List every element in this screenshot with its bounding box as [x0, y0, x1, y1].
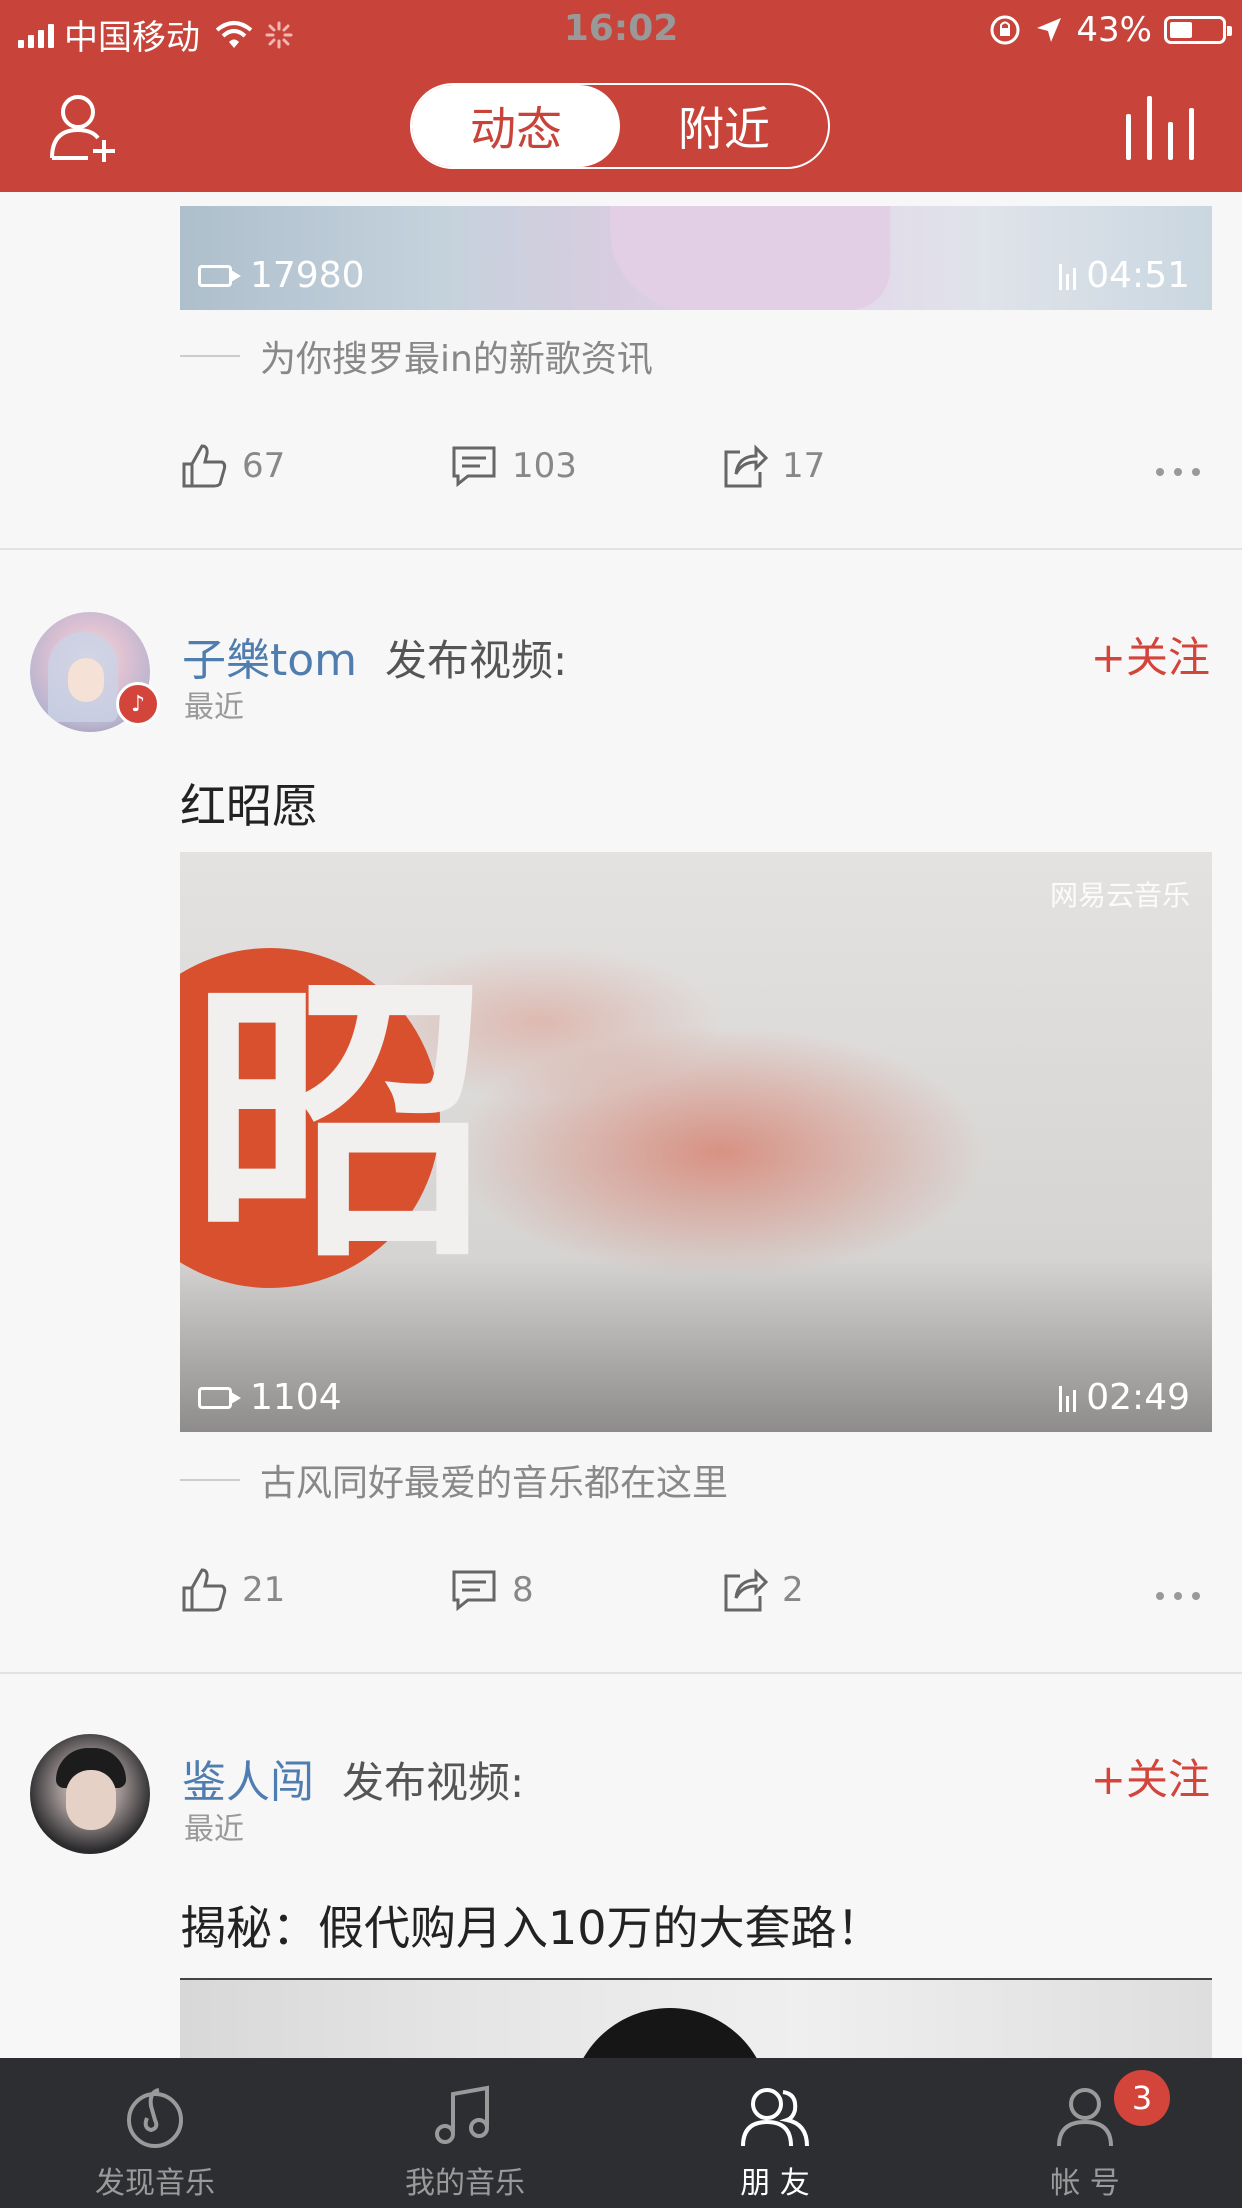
share-icon [724, 444, 768, 488]
tab-friends[interactable]: 朋 友 [620, 2058, 930, 2208]
video-camera-icon [198, 1386, 241, 1409]
video-thumbnail[interactable] [180, 1978, 1212, 2058]
video-duration-text: 02:49 [1086, 1377, 1190, 1418]
video-duration: 02:49 [1059, 1377, 1190, 1418]
notification-badge: 3 [1114, 2070, 1170, 2126]
status-bar: 中国移动 16:02 43% [0, 0, 1242, 60]
tab-nearby[interactable]: 附近 [620, 85, 828, 167]
comment-button[interactable]: 8 [450, 1566, 534, 1614]
user-icon [1057, 2088, 1113, 2147]
netease-music-icon [127, 2088, 183, 2148]
video-description-text: 为你搜罗最in的新歌资讯 [260, 339, 653, 380]
battery-fill [1170, 22, 1192, 38]
tab-my-music[interactable]: 我的音乐 [310, 2058, 620, 2208]
like-count: 67 [242, 446, 286, 486]
video-description[interactable]: 为你搜罗最in的新歌资讯 [180, 330, 653, 382]
like-button[interactable]: 21 [180, 1566, 285, 1614]
video-art-glyph: 昭 [190, 945, 490, 1298]
tab-label: 帐 号 [1050, 2166, 1120, 2201]
follow-button[interactable]: +关注 [1091, 624, 1210, 685]
video-thumbnail[interactable]: 17980 04:51 [180, 206, 1212, 310]
share-count: 2 [782, 1570, 804, 1610]
share-count: 17 [782, 446, 826, 486]
username-text[interactable]: 子樂tom [182, 635, 357, 686]
post-actions: 67 103 17 [180, 442, 1212, 502]
post-actions: 21 8 2 [180, 1566, 1212, 1626]
duration-bars-icon [1059, 262, 1077, 290]
share-icon [724, 1568, 768, 1612]
battery-icon [1164, 16, 1232, 44]
video-views: 17980 [198, 255, 365, 296]
video-description-text: 古风同好最爱的音乐都在这里 [260, 1463, 729, 1504]
share-button[interactable]: 17 [720, 442, 825, 490]
video-watermark: 网易云音乐 [1049, 879, 1190, 912]
duration-bars-icon [1059, 1384, 1077, 1412]
comment-icon [452, 446, 496, 488]
rotation-lock-icon [990, 15, 1020, 45]
thumbs-up-icon [182, 444, 227, 488]
battery-percent: 43% [1076, 10, 1152, 50]
music-note-icon [435, 2085, 489, 2144]
feed-list[interactable]: 17980 04:51 为你搜罗最in的新歌资讯 67 103 17 ♪ 子樂t… [0, 192, 1242, 2058]
post-username[interactable]: 子樂tom 发布视频: [182, 624, 567, 688]
thumbs-up-icon [182, 1568, 227, 1612]
comment-button[interactable]: 103 [450, 442, 577, 490]
tab-dynamic[interactable]: 动态 [412, 85, 620, 167]
tab-label: 我的音乐 [405, 2166, 525, 2201]
more-icon[interactable] [1156, 468, 1200, 476]
share-button[interactable]: 2 [720, 1566, 804, 1614]
feed-segment-control: 动态 附近 [410, 83, 830, 169]
post-title: 揭秘：假代购月入10万的大套路！ [180, 1901, 883, 1955]
comment-count: 8 [512, 1570, 534, 1610]
video-camera-icon [198, 264, 241, 287]
video-views-count: 17980 [250, 255, 365, 296]
comment-count: 103 [512, 446, 577, 486]
follow-button[interactable]: +关注 [1091, 1746, 1210, 1807]
avatar[interactable] [30, 1734, 150, 1854]
video-duration-text: 04:51 [1086, 255, 1190, 296]
video-description[interactable]: 古风同好最爱的音乐都在这里 [180, 1454, 728, 1506]
video-duration: 04:51 [1059, 255, 1190, 296]
like-button[interactable]: 67 [180, 442, 285, 490]
top-bar: 中国移动 16:02 43% 动态 附近 [0, 0, 1242, 192]
add-user-icon[interactable] [48, 88, 124, 164]
post-action-text: 发布视频: [385, 636, 568, 685]
video-thumbnail[interactable]: 昭 网易云音乐 1104 02:49 [180, 852, 1212, 1432]
tab-label: 发现音乐 [95, 2166, 215, 2201]
post-divider [0, 1672, 1242, 1674]
post-title: 红昭愿 [180, 779, 318, 833]
more-icon[interactable] [1156, 1592, 1200, 1600]
tab-discover-music[interactable]: 发现音乐 [0, 2058, 310, 2208]
friends-icon [741, 2088, 809, 2147]
post-time: 最近 [184, 1812, 244, 1847]
location-icon [1037, 18, 1062, 42]
post-time: 最近 [184, 690, 244, 725]
tab-account[interactable]: 帐 号 3 [930, 2058, 1240, 2208]
username-text[interactable]: 鉴人闯 [182, 1757, 314, 1808]
post-username[interactable]: 鉴人闯 发布视频: [182, 1746, 524, 1810]
music-note-badge-icon: ♪ [116, 682, 160, 726]
bottom-tab-bar: 发现音乐 我的音乐 朋 友 帐 号 3 [0, 2058, 1242, 2208]
post-action-text: 发布视频: [342, 1758, 525, 1807]
tab-label: 朋 友 [740, 2166, 810, 2201]
comment-icon [452, 1570, 496, 1612]
like-count: 21 [242, 1570, 286, 1610]
video-views-count: 1104 [250, 1377, 342, 1418]
equalizer-icon[interactable] [1126, 96, 1194, 160]
video-views: 1104 [198, 1377, 342, 1418]
post-divider [0, 548, 1242, 550]
